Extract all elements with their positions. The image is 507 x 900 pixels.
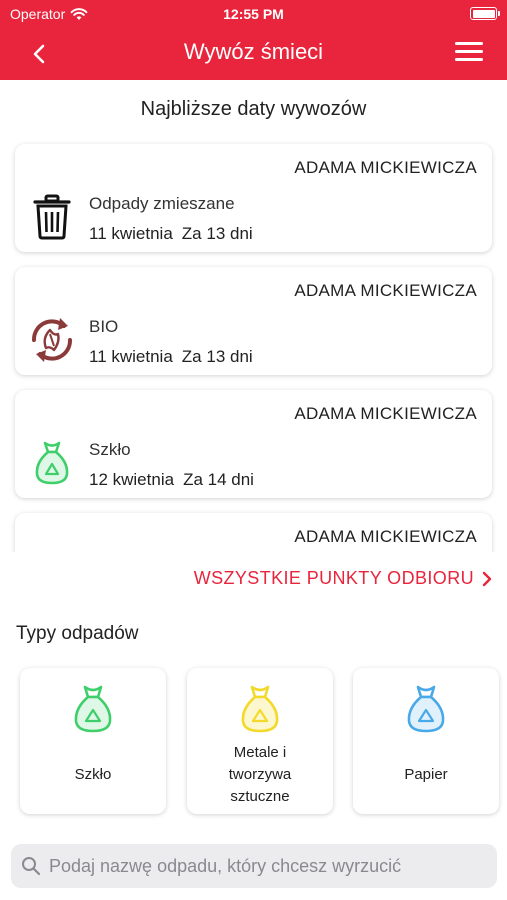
hamburger-menu-icon[interactable] [455,42,483,64]
search-input[interactable] [49,855,489,877]
pickup-card[interactable]: ADAMA MICKIEWICZA [15,513,492,552]
waste-type-label: Szkło [74,766,112,783]
green-recycle-bag-icon [74,685,112,733]
pickup-date-row: 12 kwietnia Za 14 dni [89,470,254,490]
waste-type-name: Odpady zmieszane [89,194,235,213]
upcoming-list[interactable]: ADAMA MICKIEWICZA Odpady zmieszane 11 kw… [0,138,507,552]
all-collection-points-link[interactable]: WSZYSTKIE PUNKTY ODBIORU [194,568,492,589]
trash-bin-icon [23,188,81,246]
waste-type-card-glass[interactable]: Szkło [20,668,166,814]
pickup-date: 11 kwietnia [89,347,173,366]
chevron-right-icon [482,571,492,586]
waste-types-title: Typy odpadów [16,623,139,644]
pickup-street: ADAMA MICKIEWICZA [294,281,477,300]
pickup-relative: Za 13 dni [181,224,253,243]
waste-type-card-metals-plastics[interactable]: Metale i tworzywa sztuczne [187,668,333,814]
nav-bar: Wywóz śmieci [0,30,507,74]
battery-icon [470,7,500,20]
waste-type-name: Szkło [89,440,131,459]
bio-recycle-icon [23,311,81,369]
search-icon [22,857,41,876]
top-bar: Operator 12:55 PM Wywóz śmieci [0,0,507,80]
clock: 12:55 PM [223,6,284,22]
pickup-card[interactable]: ADAMA MICKIEWICZA Odpady zmieszane 11 kw… [15,144,492,252]
yellow-recycle-bag-icon [241,685,279,733]
main-content: Najbliższe daty wywozów ADAMA MICKIEWICZ… [0,80,507,900]
waste-type-label: Papier [404,766,448,783]
pickup-street: ADAMA MICKIEWICZA [294,158,477,177]
upcoming-section-title: Najbliższe daty wywozów [140,98,367,120]
pickup-date: 11 kwietnia [89,224,173,243]
pickup-card[interactable]: ADAMA MICKIEWICZA Szkło 12 kwietnia Za 14… [15,390,492,498]
all-collection-points-label: WSZYSTKIE PUNKTY ODBIORU [193,568,474,588]
pickup-date: 12 kwietnia [89,470,175,489]
green-recycle-bag-icon [23,434,81,492]
pickup-relative: Za 14 dni [183,470,254,489]
waste-type-label: Metale i tworzywa sztuczne [228,744,292,805]
pickup-date-row: 11 kwietnia Za 13 dni [89,224,253,244]
pickup-street: ADAMA MICKIEWICZA [294,527,477,546]
blue-recycle-bag-icon [407,685,445,733]
pickup-card[interactable]: ADAMA MICKIEWICZA BIO 11 kwietnia Za 13 d… [15,267,492,375]
pickup-street: ADAMA MICKIEWICZA [294,404,477,423]
page-title: Wywóz śmieci [183,39,324,64]
waste-type-name: BIO [89,317,119,336]
status-bar: Operator 12:55 PM [0,0,507,28]
pickup-relative: Za 13 dni [181,347,253,366]
search-bar[interactable] [11,844,497,888]
pickup-date-row: 11 kwietnia Za 13 dni [89,347,253,367]
waste-type-card-paper[interactable]: Papier [353,668,499,814]
